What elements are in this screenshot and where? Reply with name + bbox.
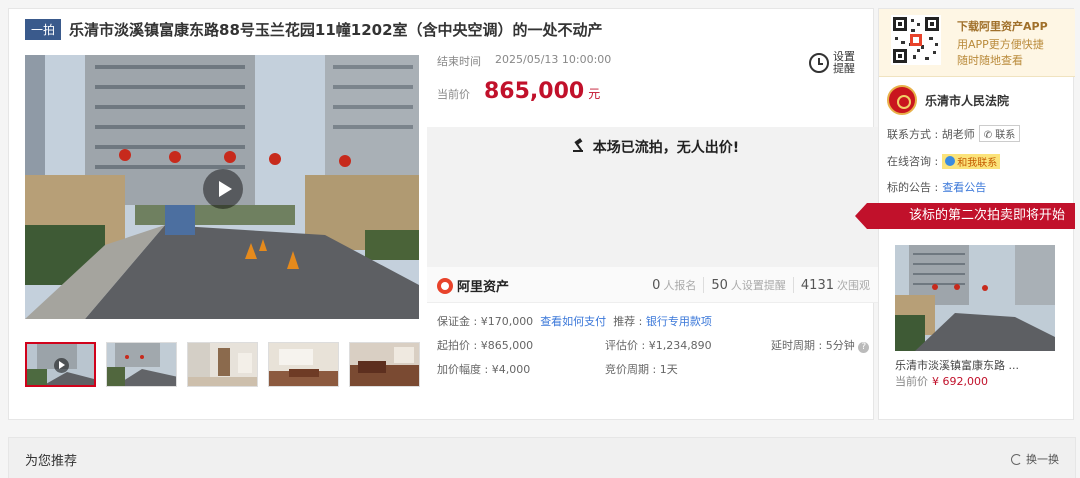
court-row: 乐清市人民法院 [887,85,1009,115]
page: 一拍 乐清市淡溪镇富康东路88号玉兰花园11幢1202室（含中央空调）的一处不动… [0,0,1080,478]
contact-button[interactable]: ✆ 联系 [978,125,1021,142]
bid-increment: 加价幅度 : ¥4,000 [437,363,531,376]
main-image[interactable] [25,55,419,319]
set-reminder-button[interactable]: 设置提醒 [809,51,857,75]
next-auction-price-label: 当前价 [895,375,928,388]
play-icon [218,181,232,197]
ali-assets-logo-icon [437,277,453,294]
video-thumbnail-play-icon [54,358,69,373]
thumbnail-4[interactable] [268,342,339,387]
deposit-text: 保证金 : ¥170,000 [437,315,534,328]
start-price: 起拍价 : ¥865,000 [437,339,534,352]
next-auction-price: ¥ 692,000 [932,375,988,388]
end-time-value: 2025/05/13 10:00:00 [495,53,612,66]
signup-count: 0 人报名 [652,278,697,293]
help-icon[interactable]: ? [858,342,870,353]
bank-loan-link[interactable]: 银行专用款项 [646,315,712,328]
refresh-icon [1011,453,1022,465]
how-to-pay-link[interactable]: 查看如何支付 [540,315,606,328]
thumbnail-1[interactable] [25,342,96,387]
appraisal-price: 评估价 : ¥1,234,890 [605,339,712,352]
qr-code-icon [891,15,941,65]
court-name: 乐清市人民法院 [925,93,1010,108]
gavel-icon [572,138,587,156]
app-download-title: 下载阿里资产APP [957,20,1048,33]
thumbnail-3[interactable] [187,342,258,387]
current-price-unit: 元 [588,87,601,101]
platform-row: 阿里资产 0 人报名 50 人设置提醒 4131 次围观 [427,267,885,303]
auction-status-text: 本场已流拍，无人出价! [592,140,740,156]
next-auction-photo [895,245,1055,351]
next-auction-title[interactable]: 乐清市淡溪镇富康东路 ... [895,357,1059,373]
end-time-row: 结束时间 2025/05/13 10:00:00 [437,53,611,69]
auction-status: 本场已流拍，无人出价! [427,137,885,157]
next-auction-price-row: 当前价 ¥ 692,000 [895,373,988,389]
recommend-section: 为您推荐 换一换 [8,437,1076,478]
side-panel: 下载阿里资产APP 用APP更方便快捷 随时随地查看 乐清市人民法院 联系方式 … [855,8,1075,420]
contact-label: 联系方式 : 胡老师 [887,127,975,141]
current-price-label: 当前价 [437,88,470,101]
set-reminder-label: 设置提醒 [833,50,855,75]
thumbnail-2[interactable] [106,342,177,387]
thumbnail-strip [25,342,420,387]
recommend-title: 为您推荐 [25,454,78,469]
current-price-value: 865,000 [484,79,585,104]
online-consult-row: 在线咨询 : 和我联系 [887,153,1001,169]
title-row: 一拍 乐清市淡溪镇富康东路88号玉兰花园11幢1202室（含中央空调）的一处不动… [25,17,603,41]
ali-assets-name: 阿里资产 [457,280,510,295]
refresh-label: 换一换 [1026,453,1059,466]
auction-stats: 0 人报名 50 人设置提醒 4131 次围观 [645,277,877,293]
view-count: 4131 次围观 [792,277,877,293]
play-video-button[interactable] [203,169,243,209]
chat-icon [945,156,956,166]
app-download-box[interactable]: 下载阿里资产APP 用APP更方便快捷 随时随地查看 [879,9,1075,77]
app-download-line2: 随时随地查看 [957,54,1023,67]
deposit-row: 保证金 : ¥170,000 查看如何支付 推荐 : 银行专用款项 [437,313,712,329]
ali-assets-logo: 阿里资产 [437,276,509,295]
end-time-label: 结束时间 [437,55,481,68]
current-price-row: 当前价 865,000 元 [437,79,600,104]
court-emblem-icon [887,85,917,115]
delay-period: 延时周期 : 5分钟 [771,339,855,352]
thumbnail-5[interactable] [349,342,420,387]
delay-period-row: 延时周期 : 5分钟 ? [771,337,870,353]
page-title: 乐清市淡溪镇富康东路88号玉兰花园11幢1202室（含中央空调）的一处不动产 [69,20,603,39]
auction-card: 一拍 乐清市淡溪镇富康东路88号玉兰花园11幢1202室（含中央空调）的一处不动… [8,8,885,420]
refresh-button[interactable]: 换一换 [1011,451,1059,467]
app-download-line1: 用APP更方便快捷 [957,38,1044,51]
contact-row: 联系方式 : 胡老师 ✆ 联系 [887,125,1021,142]
reminder-count: 50 人设置提醒 [703,277,793,293]
app-download-text: 下载阿里资产APP 用APP更方便快捷 随时随地查看 [957,19,1048,69]
chat-with-me-button[interactable]: 和我联系 [942,153,1001,169]
status-panel: 本场已流拍，无人出价! [427,127,885,267]
next-auction-image[interactable] [895,245,1055,351]
auction-round-badge: 一拍 [25,18,62,40]
online-consult-label: 在线咨询 : [887,155,939,168]
alarm-clock-icon [809,53,829,73]
notice-label: 标的公告 : [887,181,939,194]
second-auction-ribbon[interactable]: 该标的第二次拍卖即将开始 [855,203,1075,229]
bidding-period: 竞价周期 : 1天 [605,363,678,376]
recommend-label: 推荐 : [613,315,643,328]
view-notice-link[interactable]: 查看公告 [942,179,986,195]
notice-row: 标的公告 : 查看公告 [887,179,986,195]
